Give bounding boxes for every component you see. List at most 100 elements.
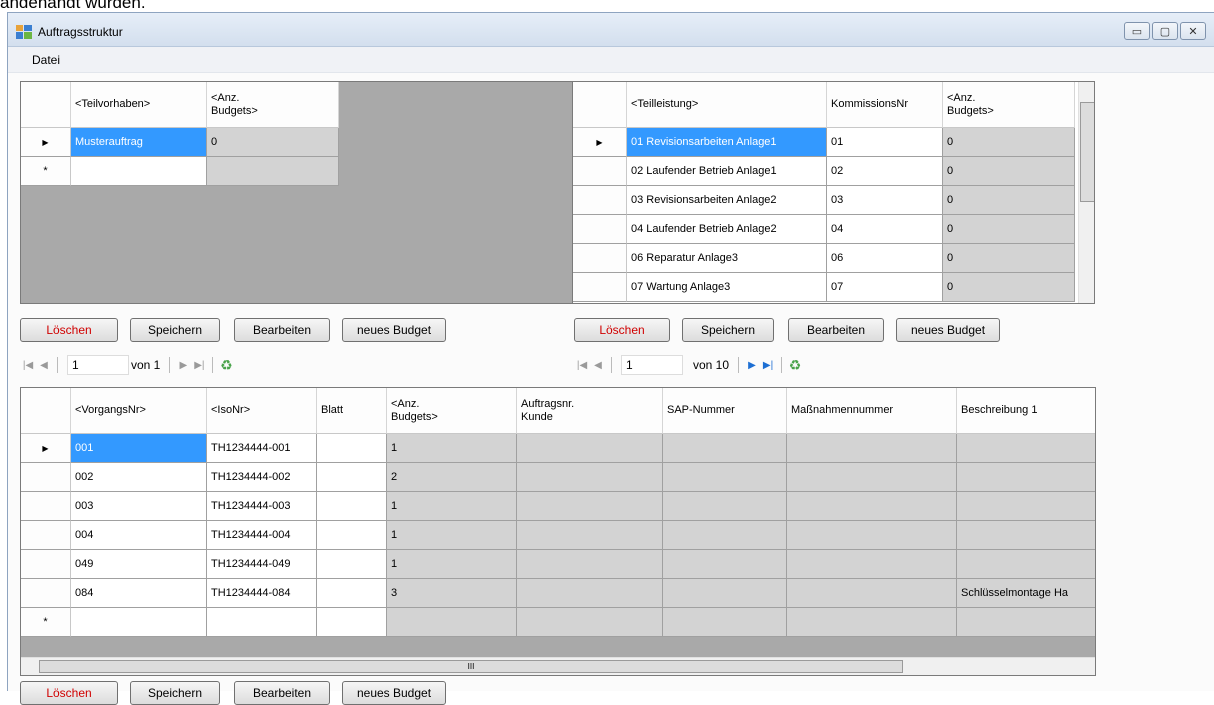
teilvorhaben-grid[interactable]: <Teilvorhaben> <Anz. Budgets> ▶ Musterauftr… [20, 81, 574, 304]
grid-cell[interactable] [71, 608, 207, 637]
row-header[interactable] [21, 550, 71, 579]
grid-cell[interactable] [957, 492, 1095, 521]
new-budget-button-3[interactable]: neues Budget [342, 681, 446, 705]
column-header[interactable]: <Teilleistung> [627, 82, 827, 128]
grid-cell[interactable] [787, 492, 957, 521]
teilleistung-grid[interactable]: <Teilleistung> KommissionsNr <Anz. Budgets… [572, 81, 1095, 304]
grid-cell[interactable]: TH1234444-002 [207, 463, 317, 492]
new-budget-button-1[interactable]: neues Budget [342, 318, 446, 342]
grid-cell[interactable] [663, 463, 787, 492]
grid-cell[interactable]: 03 [827, 186, 943, 215]
grid-cell[interactable] [787, 434, 957, 463]
delete-button-2[interactable]: Löschen [574, 318, 670, 342]
grid-cell[interactable]: TH1234444-084 [207, 579, 317, 608]
row-header[interactable]: ▶ [21, 128, 71, 157]
first-record-icon[interactable]: |◀ [20, 360, 36, 371]
grid-cell[interactable]: 06 [827, 244, 943, 273]
row-header[interactable] [573, 215, 627, 244]
grid-cell[interactable]: 0 [943, 215, 1075, 244]
column-header[interactable]: <IsoNr> [207, 388, 317, 434]
grid-cell[interactable]: 004 [71, 521, 207, 550]
grid-cell[interactable] [663, 608, 787, 637]
grid-cell[interactable] [663, 550, 787, 579]
row-header[interactable] [573, 244, 627, 273]
grid-cell[interactable]: 01 [827, 128, 943, 157]
position-input-2[interactable]: 1 [621, 355, 683, 375]
grid-cell[interactable]: 02 [827, 157, 943, 186]
refresh-icon[interactable]: ♻ [218, 357, 234, 374]
save-button-1[interactable]: Speichern [130, 318, 220, 342]
grid-cell[interactable] [957, 521, 1095, 550]
grid-cell[interactable]: 1 [387, 434, 517, 463]
maximize-button[interactable]: ▢ [1152, 22, 1178, 40]
grid-cell[interactable] [317, 463, 387, 492]
grid-cell[interactable]: 0 [943, 273, 1075, 302]
save-button-3[interactable]: Speichern [130, 681, 220, 705]
column-header[interactable]: Maßnahmennummer [787, 388, 957, 434]
grid-cell[interactable]: 084 [71, 579, 207, 608]
grid-cell[interactable] [317, 579, 387, 608]
grid-cell[interactable] [517, 608, 663, 637]
grid-cell[interactable]: TH1234444-004 [207, 521, 317, 550]
row-header[interactable]: * [21, 157, 71, 186]
grid-cell[interactable] [207, 157, 339, 186]
edit-button-1[interactable]: Bearbeiten [234, 318, 330, 342]
previous-record-icon[interactable]: ◀ [590, 360, 606, 371]
grid-cell[interactable] [663, 579, 787, 608]
grid-cell[interactable]: 0 [943, 244, 1075, 273]
grid-cell[interactable]: 07 [827, 273, 943, 302]
grid-cell[interactable]: 2 [387, 463, 517, 492]
grid-cell[interactable]: 1 [387, 550, 517, 579]
grid-cell[interactable]: 0 [943, 186, 1075, 215]
grid-cell[interactable]: 07 Wartung Anlage3 [627, 273, 827, 302]
grid-cell[interactable] [517, 492, 663, 521]
grid-cell[interactable]: 3 [387, 579, 517, 608]
row-header[interactable]: ▶ [573, 128, 627, 157]
grid-cell[interactable]: TH1234444-003 [207, 492, 317, 521]
grid-cell[interactable]: 0 [943, 128, 1075, 157]
refresh-icon[interactable]: ♻ [787, 357, 803, 374]
grid-cell[interactable] [387, 608, 517, 637]
grid-cell[interactable] [317, 550, 387, 579]
vertical-scrollbar[interactable] [1078, 82, 1094, 303]
grid-cell[interactable] [787, 521, 957, 550]
next-record-icon[interactable]: ▶ [744, 360, 760, 371]
column-header[interactable]: SAP-Nummer [663, 388, 787, 434]
edit-button-2[interactable]: Bearbeiten [788, 318, 884, 342]
row-header[interactable] [573, 186, 627, 215]
grid-cell[interactable]: 001 [71, 434, 207, 463]
column-header[interactable]: Blatt [317, 388, 387, 434]
grid-cell[interactable]: TH1234444-049 [207, 550, 317, 579]
grid-cell[interactable]: 002 [71, 463, 207, 492]
last-record-icon[interactable]: ▶| [191, 360, 207, 371]
grid-cell[interactable] [517, 579, 663, 608]
last-record-icon[interactable]: ▶| [760, 360, 776, 371]
row-header[interactable] [21, 492, 71, 521]
grid-cell[interactable] [663, 521, 787, 550]
horizontal-scrollbar[interactable]: III [21, 657, 1095, 675]
next-record-icon[interactable]: ▶ [175, 360, 191, 371]
scrollbar-thumb[interactable] [1080, 102, 1094, 202]
grid-cell[interactable]: Musterauftrag [71, 128, 207, 157]
row-header[interactable] [573, 157, 627, 186]
grid-cell[interactable]: Schlüsselmontage Ha [957, 579, 1095, 608]
grid-cell[interactable]: 1 [387, 521, 517, 550]
grid-cell[interactable] [787, 579, 957, 608]
row-header[interactable] [21, 463, 71, 492]
edit-button-3[interactable]: Bearbeiten [234, 681, 330, 705]
grid-cell[interactable] [517, 434, 663, 463]
grid-cell[interactable]: 06 Reparatur Anlage3 [627, 244, 827, 273]
position-input-1[interactable]: 1 [67, 355, 129, 375]
grid-cell[interactable] [317, 608, 387, 637]
grid-cell[interactable] [787, 608, 957, 637]
grid-cell[interactable]: 02 Laufender Betrieb Anlage1 [627, 157, 827, 186]
grid-cell[interactable]: 04 [827, 215, 943, 244]
row-header[interactable] [573, 273, 627, 302]
grid-cell[interactable] [517, 521, 663, 550]
grid-cell[interactable]: TH1234444-001 [207, 434, 317, 463]
grid-cell[interactable]: 0 [943, 157, 1075, 186]
column-header[interactable]: Beschreibung 1 [957, 388, 1095, 434]
previous-record-icon[interactable]: ◀ [36, 360, 52, 371]
grid-cell[interactable]: 0 [207, 128, 339, 157]
grid-cell[interactable]: 003 [71, 492, 207, 521]
